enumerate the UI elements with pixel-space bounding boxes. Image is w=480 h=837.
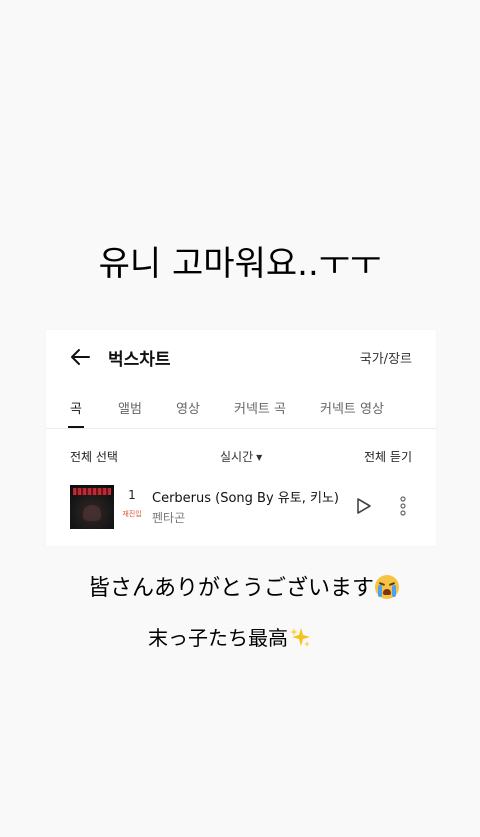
sparkles-icon: [290, 628, 310, 647]
country-genre-button[interactable]: 국가/장르: [360, 348, 412, 367]
crying-face-icon: [375, 575, 400, 599]
story-caption-text: 末っ子たち最高: [148, 626, 288, 650]
play-all-button[interactable]: 전체 듣기: [364, 448, 412, 465]
story-caption-text: 皆さんありがとうございます: [88, 576, 375, 601]
play-icon[interactable]: [355, 497, 373, 515]
chart-tabs: 곡 앨범 영상 커넥트 곡 커넥트 영상: [46, 392, 436, 429]
album-cover[interactable]: [70, 485, 114, 529]
rank-status-badge: 재진입: [122, 510, 142, 518]
tab-connect-videos[interactable]: 커넥트 영상: [320, 398, 384, 417]
caret-down-icon: ▼: [256, 453, 263, 462]
story-caption-thanks: 유니 고마워요..ㅜㅜ: [98, 244, 382, 284]
active-tab-indicator: [68, 426, 84, 428]
tab-songs[interactable]: 곡: [70, 398, 82, 417]
back-arrow-icon[interactable]: [68, 345, 92, 369]
bugs-chart-card: 벅스차트 국가/장르 곡 앨범 영상 커넥트 곡 커넥트 영상 전체 선택 실시…: [46, 330, 436, 546]
list-controls: 전체 선택 실시간 ▼ 전체 듣기: [46, 448, 436, 468]
sort-dropdown[interactable]: 실시간 ▼: [220, 448, 262, 465]
tab-connect-songs[interactable]: 커넥트 곡: [234, 398, 286, 417]
tab-albums[interactable]: 앨범: [118, 398, 142, 417]
page-title: 벅스차트: [108, 350, 171, 370]
story-caption-thank-you-japanese: 皆さんありがとうございます: [88, 570, 400, 602]
story-caption-maknaes: 末っ子たち最高: [148, 622, 311, 651]
chart-header: 벅스차트 국가/장르: [46, 330, 436, 384]
track-rank: 1: [128, 488, 136, 502]
artist-name[interactable]: 펜타곤: [152, 509, 185, 526]
song-title[interactable]: Cerberus (Song By 유토, 키노): [152, 487, 340, 506]
table-row[interactable]: 1 재진입 Cerberus (Song By 유토, 키노) 펜타곤: [46, 484, 436, 530]
more-options-icon[interactable]: [395, 496, 411, 516]
tab-videos[interactable]: 영상: [176, 398, 200, 417]
sort-label: 실시간: [220, 450, 254, 464]
album-logo-graphic: [73, 488, 111, 495]
album-figure-graphic: [83, 505, 101, 521]
select-all-button[interactable]: 전체 선택: [70, 448, 118, 465]
